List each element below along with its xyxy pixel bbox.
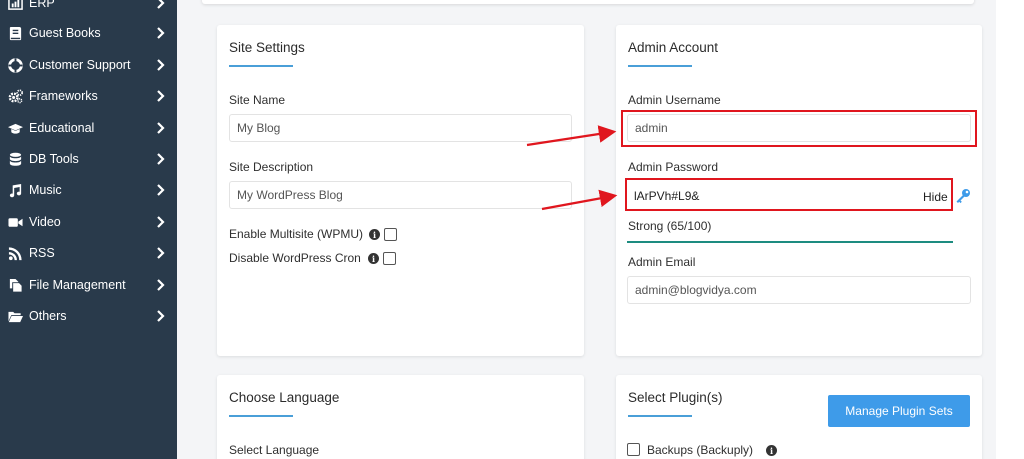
graduation-cap-icon xyxy=(7,120,23,136)
select-plugins-title: Select Plugin(s) xyxy=(628,390,723,405)
lifebuoy-icon xyxy=(7,57,23,73)
gears-icon xyxy=(7,88,23,104)
highlight-box-password xyxy=(625,178,953,211)
chevron-right-icon xyxy=(156,0,165,10)
sidebar-item-label: Guest Books xyxy=(29,26,101,40)
password-strength-bar xyxy=(627,241,953,243)
chevron-right-icon xyxy=(156,183,165,197)
admin-username-label: Admin Username xyxy=(628,93,721,107)
book-icon xyxy=(7,25,23,41)
title-underline xyxy=(229,65,293,67)
sidebar-item-label: ERP xyxy=(29,0,55,10)
multisite-label: Enable Multisite (WPMU) xyxy=(229,227,364,241)
sidebar-item-educational[interactable]: Educational xyxy=(0,113,177,143)
chart-icon xyxy=(7,0,23,11)
password-strength-text: Strong (65/100) xyxy=(628,219,712,233)
chevron-right-icon xyxy=(156,58,165,72)
music-icon xyxy=(7,182,23,198)
sidebar-item-customer-support[interactable]: Customer Support xyxy=(0,50,177,80)
site-settings-title: Site Settings xyxy=(229,40,305,55)
admin-email-input[interactable]: admin@blogvidya.com xyxy=(627,276,971,304)
sidebar-item-label: Video xyxy=(29,215,61,229)
info-icon[interactable]: i xyxy=(369,229,380,240)
sidebar-item-label: RSS xyxy=(29,246,55,260)
chevron-right-icon xyxy=(156,121,165,135)
sidebar-item-label: Educational xyxy=(29,121,95,135)
sidebar-item-guest-books[interactable]: Guest Books xyxy=(0,18,177,48)
backuply-label: Backups (Backuply) xyxy=(647,443,754,457)
chevron-right-icon xyxy=(156,89,165,103)
disable-cron-checkbox[interactable] xyxy=(383,252,396,265)
chevron-right-icon xyxy=(156,309,165,323)
page-gutter xyxy=(996,0,1024,459)
sidebar-item-erp[interactable]: ERP xyxy=(0,0,177,18)
key-icon[interactable] xyxy=(955,188,971,204)
admin-email-label: Admin Email xyxy=(628,255,696,269)
sidebar-item-label: Frameworks xyxy=(29,89,98,103)
sidebar-item-file-management[interactable]: File Management xyxy=(0,270,177,300)
site-description-label: Site Description xyxy=(229,160,314,174)
chevron-right-icon xyxy=(156,246,165,260)
select-language-label: Select Language xyxy=(229,443,320,457)
choose-language-title: Choose Language xyxy=(229,390,340,405)
sidebar-item-label: Customer Support xyxy=(29,58,131,72)
disable-cron-label: Disable WordPress Cron xyxy=(229,251,361,265)
site-name-input[interactable]: My Blog xyxy=(229,114,572,142)
sidebar-item-label: Others xyxy=(29,309,67,323)
sidebar-item-label: Music xyxy=(29,183,62,197)
chevron-right-icon xyxy=(156,278,165,292)
database-icon xyxy=(7,151,23,167)
video-icon xyxy=(7,214,23,230)
backuply-checkbox[interactable] xyxy=(627,443,640,456)
sidebar-item-video[interactable]: Video xyxy=(0,207,177,237)
chevron-right-icon xyxy=(156,215,165,229)
admin-account-title: Admin Account xyxy=(628,40,719,55)
site-name-label: Site Name xyxy=(229,93,286,107)
previous-card xyxy=(202,0,974,4)
sidebar-item-music[interactable]: Music xyxy=(0,175,177,205)
chevron-right-icon xyxy=(156,26,165,40)
folder-open-icon xyxy=(7,308,23,324)
files-icon xyxy=(7,277,23,293)
title-underline xyxy=(229,415,293,417)
chevron-right-icon xyxy=(156,152,165,166)
info-icon[interactable]: i xyxy=(368,253,379,264)
sidebar-item-db-tools[interactable]: DB Tools xyxy=(0,144,177,174)
multisite-checkbox[interactable] xyxy=(384,228,397,241)
sidebar-item-label: File Management xyxy=(29,278,126,292)
title-underline xyxy=(628,415,692,417)
rss-icon xyxy=(7,245,23,261)
sidebar: ERP Guest Books Customer Support Framewo… xyxy=(0,0,177,459)
site-description-input[interactable]: My WordPress Blog xyxy=(229,181,572,209)
admin-password-label: Admin Password xyxy=(628,160,719,174)
sidebar-item-frameworks[interactable]: Frameworks xyxy=(0,81,177,111)
info-icon[interactable]: i xyxy=(766,445,777,456)
manage-plugin-sets-button[interactable]: Manage Plugin Sets xyxy=(828,395,970,427)
sidebar-item-others[interactable]: Others xyxy=(0,301,177,331)
highlight-box-username xyxy=(621,110,977,147)
title-underline xyxy=(628,65,692,67)
sidebar-item-rss[interactable]: RSS xyxy=(0,238,177,268)
sidebar-item-label: DB Tools xyxy=(29,152,79,166)
